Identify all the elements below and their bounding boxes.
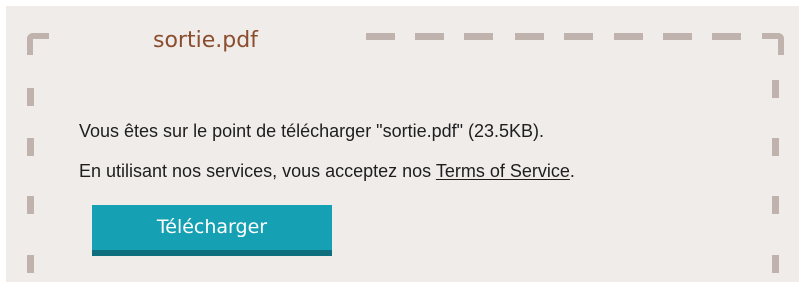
frame-dash bbox=[614, 33, 643, 40]
frame-dash bbox=[27, 138, 34, 156]
terms-notice-text: En utilisant nos services, vous acceptez… bbox=[79, 161, 436, 181]
frame-dash bbox=[464, 33, 493, 40]
frame-dash bbox=[27, 255, 34, 273]
download-button-label: Télécharger bbox=[156, 215, 268, 238]
frame-dash bbox=[564, 33, 593, 40]
frame-dash bbox=[772, 80, 779, 98]
frame-dash bbox=[772, 196, 779, 214]
frame-dash bbox=[515, 33, 544, 40]
terms-notice: En utilisant nos services, vous acceptez… bbox=[79, 160, 575, 182]
download-notice: Vous êtes sur le point de télécharger "s… bbox=[79, 121, 545, 141]
frame-corner-top-right bbox=[762, 33, 784, 55]
download-button[interactable]: Télécharger bbox=[92, 205, 332, 256]
frame-dash bbox=[27, 196, 34, 214]
terms-notice-end: . bbox=[569, 161, 575, 181]
terms-of-service-link[interactable]: Terms of Service bbox=[436, 161, 570, 181]
frame-dash bbox=[663, 33, 692, 40]
frame-corner-top-left bbox=[27, 33, 49, 55]
frame-dash bbox=[772, 255, 779, 273]
frame-dash bbox=[27, 88, 34, 106]
file-name-title: sortie.pdf bbox=[153, 28, 258, 53]
frame-dash bbox=[712, 33, 741, 40]
frame-dash bbox=[366, 33, 395, 40]
frame-dash bbox=[415, 33, 444, 40]
frame-dash bbox=[772, 138, 779, 156]
